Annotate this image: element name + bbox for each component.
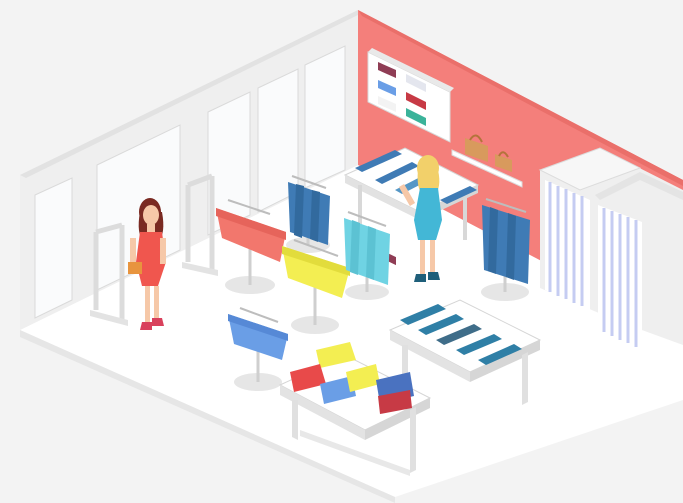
handbag-icon	[128, 262, 142, 274]
window	[304, 45, 346, 189]
clothing-store-illustration	[0, 0, 683, 503]
window	[34, 177, 73, 319]
